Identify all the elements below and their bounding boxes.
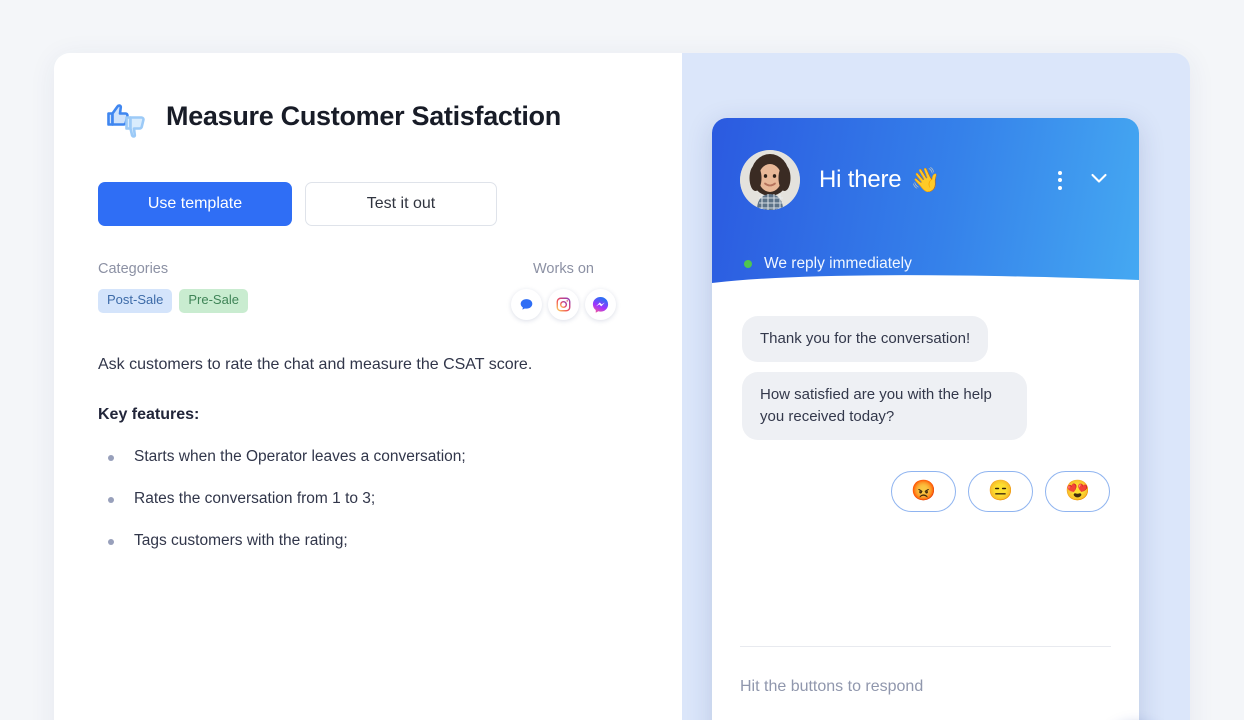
page-title: Measure Customer Satisfaction bbox=[166, 101, 561, 132]
template-detail-card: Measure Customer Satisfaction Use templa… bbox=[54, 53, 1190, 720]
header-curve-decoration bbox=[712, 275, 1139, 295]
key-features-list: Starts when the Operator leaves a conver… bbox=[98, 447, 638, 552]
rating-neutral-button[interactable]: 😑 bbox=[968, 470, 1033, 512]
composer-divider bbox=[740, 646, 1111, 647]
bullet-icon bbox=[108, 539, 114, 546]
category-tag-post-sale[interactable]: Post-Sale bbox=[98, 289, 173, 313]
kebab-menu-icon[interactable] bbox=[1055, 168, 1065, 193]
list-item: Tags customers with the rating; bbox=[98, 531, 638, 552]
chevron-down-icon[interactable] bbox=[1087, 166, 1111, 195]
template-info-pane: Measure Customer Satisfaction Use templa… bbox=[54, 53, 682, 720]
chat-composer: Hit the buttons to respond bbox=[712, 646, 1139, 720]
works-on-label: Works on bbox=[533, 261, 594, 277]
rating-angry-button[interactable]: 😡 bbox=[891, 470, 956, 512]
chat-widget-header: Hi there 👋 We reply immediately bbox=[712, 118, 1139, 295]
action-button-row: Use template Test it out bbox=[98, 182, 638, 226]
chat-header-actions bbox=[1055, 166, 1113, 195]
chat-message-bubble: Thank you for the conversation! bbox=[742, 316, 989, 363]
feature-text: Tags customers with the rating; bbox=[134, 532, 348, 550]
page-root: Measure Customer Satisfaction Use templa… bbox=[0, 0, 1244, 720]
instagram-icon[interactable] bbox=[548, 289, 579, 320]
rating-love-button[interactable]: 😍 bbox=[1045, 470, 1110, 512]
category-tag-list: Post-Sale Pre-Sale bbox=[98, 289, 248, 313]
feature-text: Rates the conversation from 1 to 3; bbox=[134, 490, 376, 508]
chat-header-top-row: Hi there 👋 bbox=[740, 150, 1113, 210]
online-status-dot bbox=[744, 260, 752, 268]
feature-text: Starts when the Operator leaves a conver… bbox=[134, 448, 466, 466]
channel-icon-list bbox=[511, 289, 616, 320]
test-it-out-button[interactable]: Test it out bbox=[305, 182, 497, 226]
category-tag-pre-sale[interactable]: Pre-Sale bbox=[179, 289, 248, 313]
key-features-heading: Key features: bbox=[98, 406, 200, 424]
chat-message-list: Thank you for the conversation! How sati… bbox=[712, 294, 1139, 646]
template-description: Ask customers to rate the chat and measu… bbox=[98, 356, 533, 373]
thumbs-up-down-icon bbox=[98, 93, 150, 145]
avatar bbox=[740, 150, 800, 210]
messenger-icon[interactable] bbox=[585, 289, 616, 320]
waving-hand-icon: 👋 bbox=[910, 166, 941, 194]
categories-block: Categories Post-Sale Pre-Sale bbox=[98, 261, 248, 313]
title-row: Measure Customer Satisfaction bbox=[98, 91, 638, 143]
chat-widget-preview: Hi there 👋 We reply immediately Thank yo… bbox=[712, 118, 1139, 720]
meta-row: Categories Post-Sale Pre-Sale Works on bbox=[98, 261, 638, 320]
categories-label: Categories bbox=[98, 261, 169, 277]
rating-quick-reply-row: 😡 😑 😍 bbox=[742, 470, 1113, 512]
bullet-icon bbox=[108, 497, 114, 504]
livechat-icon[interactable] bbox=[511, 289, 542, 320]
chat-greeting-text: Hi there bbox=[819, 166, 902, 193]
use-template-button[interactable]: Use template bbox=[98, 182, 292, 226]
preview-pane: Hi there 👋 We reply immediately Thank yo… bbox=[682, 53, 1190, 720]
chat-greeting: Hi there 👋 bbox=[819, 166, 940, 195]
list-item: Starts when the Operator leaves a conver… bbox=[98, 447, 638, 468]
bullet-icon bbox=[108, 455, 114, 462]
works-on-block: Works on bbox=[511, 261, 638, 320]
message-input[interactable]: Hit the buttons to respond bbox=[740, 678, 1111, 696]
chat-message-bubble: How satisfied are you with the help you … bbox=[742, 372, 1027, 440]
list-item: Rates the conversation from 1 to 3; bbox=[98, 489, 638, 510]
